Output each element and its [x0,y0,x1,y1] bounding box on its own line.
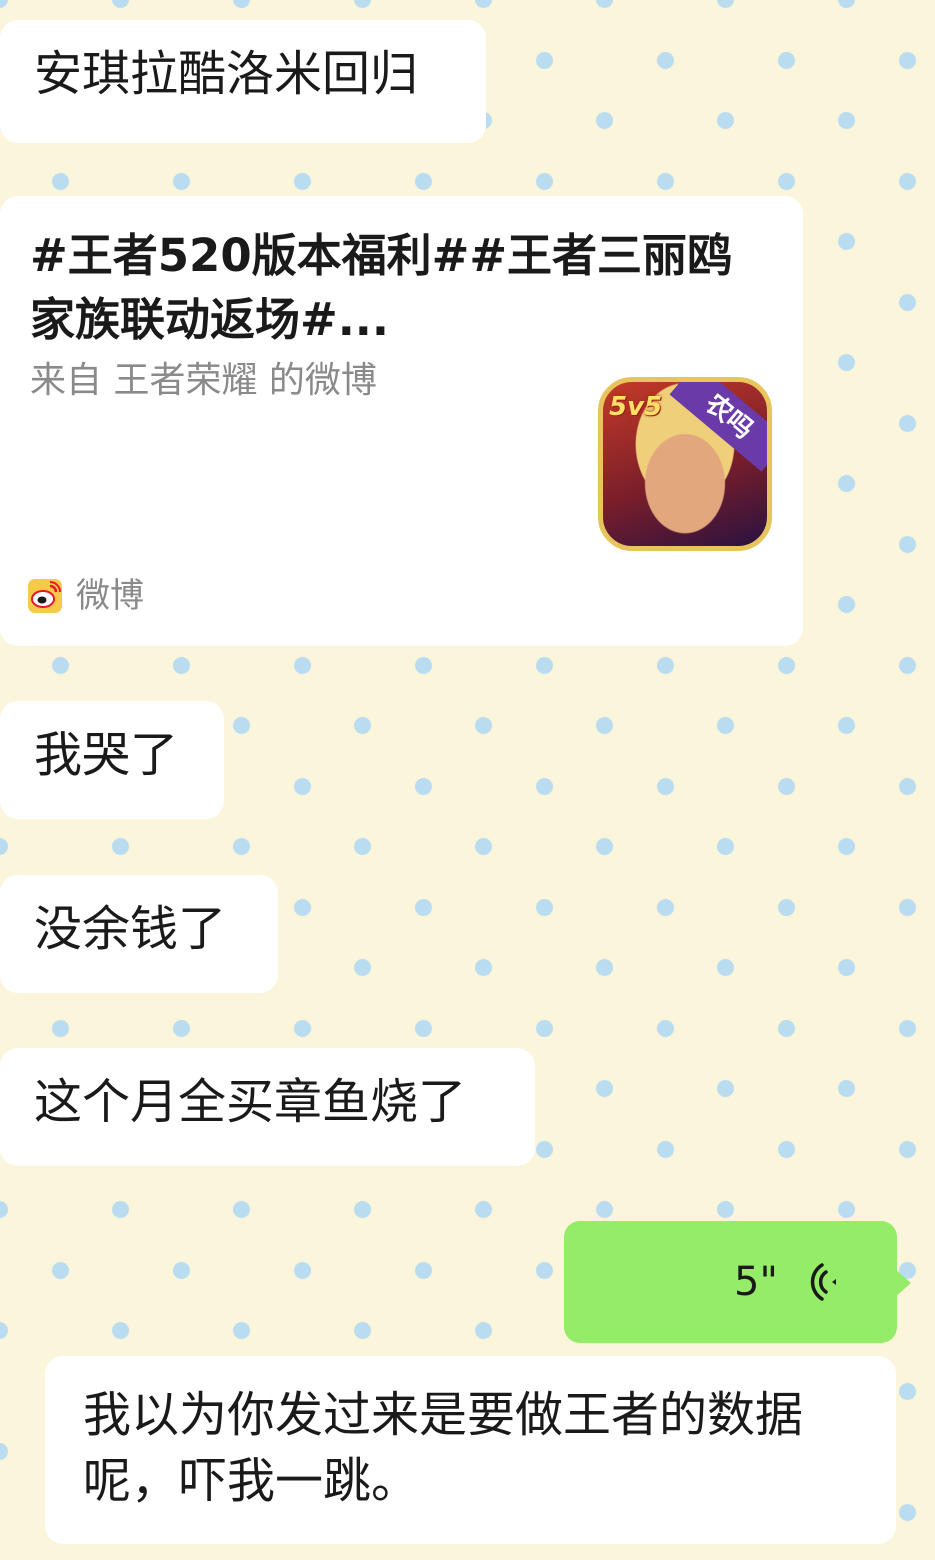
voice-message-bubble[interactable]: 5" [564,1221,911,1343]
message-bubble-3[interactable]: 没余钱了 [0,875,278,993]
message-bubble-reply[interactable]: 我以为你发过来是要做王者的数据呢，吓我一跳。 [45,1356,896,1544]
message-bubble-2[interactable]: 我哭了 [0,701,224,819]
message-bubble-1[interactable]: 安琪拉酷洛米回归 [0,20,486,143]
voice-wave-icon [810,1263,836,1301]
app-badge: 5v5 [609,392,663,422]
voice-duration: 5" [734,1259,778,1305]
message-text: 我以为你发过来是要做王者的数据呢，吓我一跳。 [83,1387,804,1509]
card-footer-label: 微博 [76,576,144,616]
message-text: 安琪拉酷洛米回归 [34,46,419,102]
app-ribbon: 农吗 [669,382,767,472]
message-text: 没余钱了 [34,901,227,957]
message-text: 这个月全买章鱼烧了 [34,1074,467,1130]
message-text: 我哭了 [34,727,179,783]
card-title: #王者520版本福利##王者三丽鸥家族联动返场#... [30,229,733,346]
message-bubble-4[interactable]: 这个月全买章鱼烧了 [0,1048,535,1166]
chat-area[interactable]: 安琪拉酷洛米回归 #王者520版本福利##王者三丽鸥家族联动返场#... 来自 … [0,0,935,1560]
honor-of-kings-app-icon: 5v5 农吗 [598,377,772,551]
card-footer: 微博 [28,576,144,616]
weibo-icon [28,579,62,613]
